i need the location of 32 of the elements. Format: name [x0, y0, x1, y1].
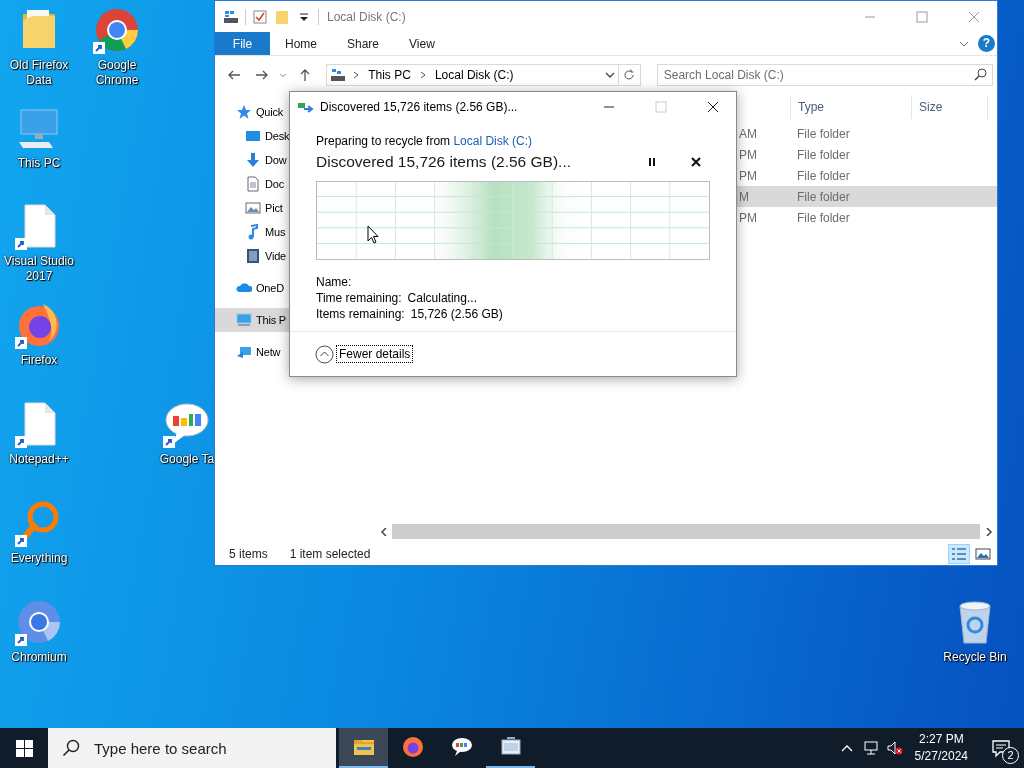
date-cell-text: PM	[739, 210, 758, 225]
item-count: 5 items	[229, 547, 268, 561]
icon-label: Google Chrome	[94, 58, 140, 88]
date-cell-text: PM	[739, 168, 758, 183]
type-cell-text: File folder	[796, 168, 851, 183]
dialog-title: Discovered 15,726 items (2.56 GB)...	[320, 99, 519, 114]
detail-value: 15,726 (2.56 GB)	[410, 307, 503, 323]
source-text: Preparing to recycle from Local Disk (C:)	[316, 134, 534, 148]
detail-label: Name:	[316, 275, 352, 291]
window-title: Local Disk (C:)	[326, 9, 407, 24]
icon-label: Everything	[10, 551, 68, 566]
icon-label: Recycle Bin	[943, 650, 1007, 665]
type-cell-text: File folder	[796, 189, 851, 204]
detail-value: Calculating...	[407, 291, 477, 307]
date-cell-text: PM	[739, 147, 758, 162]
icon-label: Visual Studio 2017	[3, 254, 75, 284]
date-cell-text: AM	[739, 126, 758, 141]
type-cell-text: File folder	[796, 210, 851, 225]
icon-label: Old Firefox Data	[8, 58, 70, 88]
detail-label: Time remaining:	[316, 291, 402, 307]
date-cell-text: M	[739, 189, 750, 204]
progress-heading: Discovered 15,726 items (2.56 GB)...	[316, 153, 572, 171]
icon-label: Google Ta	[159, 452, 215, 467]
icon-label: Chromium	[11, 650, 67, 665]
type-cell-text: File folder	[796, 147, 851, 162]
notification-badge: 2	[1002, 747, 1019, 764]
icon-label: This PC	[17, 156, 61, 171]
icon-label: Notepad++	[9, 452, 69, 467]
icon-label: Firefox	[20, 353, 58, 368]
selection-count: 1 item selected	[289, 547, 371, 561]
detail-label: Items remaining:	[316, 307, 405, 323]
type-cell-text: File folder	[796, 126, 851, 141]
